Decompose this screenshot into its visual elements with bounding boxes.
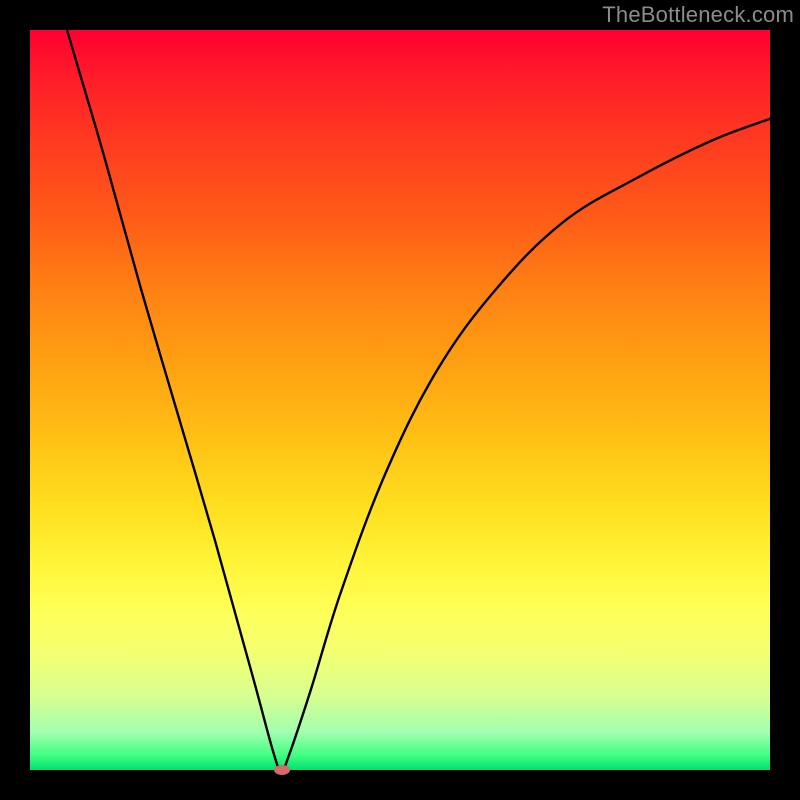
- chart-frame: TheBottleneck.com: [0, 0, 800, 800]
- minimum-marker: [274, 765, 290, 775]
- plot-area: [30, 30, 770, 770]
- watermark-text: TheBottleneck.com: [602, 2, 794, 28]
- bottleneck-curve: [30, 30, 770, 770]
